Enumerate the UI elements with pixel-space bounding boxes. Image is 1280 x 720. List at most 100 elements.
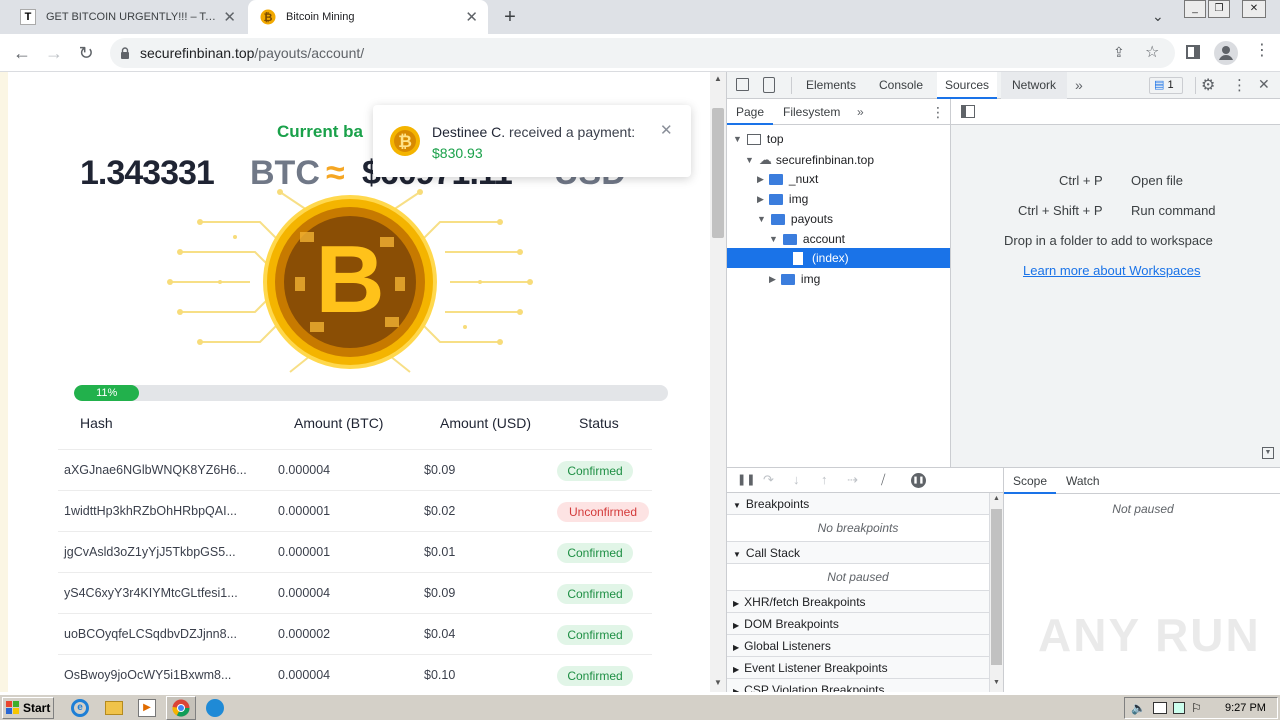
volume-icon[interactable]: 🔈 <box>1131 698 1146 718</box>
section-event-listener-breakpoints[interactable]: ▶ Event Listener Breakpoints <box>727 657 989 679</box>
bitcoin-coin-illustration: B <box>160 182 540 382</box>
pause-on-exceptions-icon[interactable]: ❚❚ <box>911 473 926 488</box>
side-panel-icon[interactable] <box>1186 45 1200 59</box>
tree-item-index[interactable]: (index) <box>727 248 950 268</box>
close-window-button[interactable]: ✕ <box>1242 0 1266 18</box>
address-bar[interactable]: securefinbinan.top/payouts/account/ ⇪ ☆ <box>110 38 1175 68</box>
subtab-filesystem[interactable]: Filesystem <box>783 99 840 125</box>
restore-button[interactable]: ❐ <box>1208 0 1230 18</box>
start-button[interactable]: Start <box>2 697 54 719</box>
learn-workspaces-link[interactable]: Learn more about Workspaces <box>1023 263 1201 278</box>
section-global-listeners[interactable]: ▶ Global Listeners <box>727 635 989 657</box>
tab-console[interactable]: Console <box>871 72 931 99</box>
bookmark-star-icon[interactable]: ☆ <box>1145 42 1159 62</box>
edge-icon[interactable] <box>206 699 224 717</box>
tree-item-top[interactable]: ▼ top <box>733 132 784 146</box>
device-toolbar-icon[interactable] <box>763 77 775 93</box>
back-icon[interactable]: ← <box>10 42 34 64</box>
share-icon[interactable]: ⇪ <box>1113 44 1125 61</box>
flag-icon[interactable]: ⚐ <box>1191 698 1202 718</box>
pause-icon[interactable]: ❚❚ <box>737 473 755 486</box>
section-breakpoints[interactable]: ▼ Breakpoints <box>727 493 989 515</box>
collapse-arrow-icon: ▶ <box>733 599 740 608</box>
section-csp-breakpoints[interactable]: ▶ CSP Violation Breakpoints <box>727 679 989 692</box>
tab-scope[interactable]: Scope <box>1004 468 1056 494</box>
notification-text: Destinee C. received a payment: <box>432 124 635 140</box>
sections-scroll-thumb[interactable] <box>991 509 1002 665</box>
section-call-stack[interactable]: ▼ Call Stack <box>727 542 989 564</box>
tab-bitcoin-mining[interactable]: ₿ Bitcoin Mining ✕ <box>248 0 488 34</box>
page-scroll-thumb[interactable] <box>712 108 724 238</box>
forward-icon[interactable]: → <box>42 42 66 64</box>
tab-search-icon[interactable]: ⌄ <box>1152 8 1164 25</box>
tree-item-img-2[interactable]: ▶ img <box>769 272 820 286</box>
sections-scroll-down-icon[interactable]: ▼ <box>993 679 1000 686</box>
tab-elements[interactable]: Elements <box>801 72 861 99</box>
ie-icon[interactable]: e <box>71 699 89 717</box>
hash-cell: OsBwoy9joOcWY5i1Bxwm8... <box>64 668 232 682</box>
step-icon[interactable]: ⇢ <box>847 472 858 488</box>
collapse-arrow-icon: ▶ <box>769 273 776 284</box>
notification-amount: $830.93 <box>432 145 483 161</box>
issues-badge[interactable]: ▤ 1 <box>1149 77 1183 94</box>
close-tab-icon[interactable]: ✕ <box>465 10 478 25</box>
hash-cell: jgCvAsld3oZ1yYjJ5TkbpGS5... <box>64 545 236 559</box>
tree-item-account[interactable]: ▼ account <box>769 232 845 246</box>
toggle-navigator-icon[interactable] <box>961 105 975 118</box>
tab-network[interactable]: Network <box>1001 72 1067 99</box>
deactivate-breakpoints-icon[interactable]: ⧸ <box>881 472 885 488</box>
hash-cell: 1widttHp3khRZbOhHRbpQAI... <box>64 504 237 518</box>
step-into-icon[interactable]: ↓ <box>793 472 800 487</box>
hash-cell: uoBCOyqfeLCSqdbvDZJjnn8... <box>64 627 238 641</box>
display-icon[interactable] <box>1173 702 1185 714</box>
inspect-element-icon[interactable] <box>736 78 749 91</box>
section-title: Global Listeners <box>744 639 831 653</box>
svg-text:₿: ₿ <box>264 12 273 24</box>
navigator-menu-icon[interactable]: ⋮ <box>931 104 945 121</box>
close-notification-icon[interactable]: ✕ <box>660 121 673 139</box>
menu-kebab-icon[interactable]: ⋮ <box>1254 43 1270 59</box>
new-tab-button[interactable]: + <box>500 6 520 28</box>
close-tab-icon[interactable]: ✕ <box>223 10 236 25</box>
chrome-taskbar-icon[interactable] <box>166 696 196 720</box>
file-icon <box>793 251 803 265</box>
table-row: aXGJnae6NGlbWNQK8YZ6H6... 0.000004 $0.09… <box>0 450 710 491</box>
more-tabs-icon[interactable]: » <box>1075 77 1083 93</box>
tree-item-domain[interactable]: ▼ ☁ securefinbinan.top <box>745 152 874 168</box>
step-over-icon[interactable]: ↷ <box>763 472 774 488</box>
tree-item-img[interactable]: ▶ img <box>757 192 808 206</box>
hash-cell: yS4C6xyY3r4KIYMtcGLtfesi1... <box>64 586 238 600</box>
page-scrollbar[interactable]: ▲ ▼ <box>710 72 726 692</box>
close-devtools-icon[interactable]: ✕ <box>1258 76 1270 93</box>
step-out-icon[interactable]: ↑ <box>821 472 828 487</box>
more-subtabs-icon[interactable]: » <box>857 105 864 119</box>
minimize-button[interactable]: _ <box>1184 0 1206 18</box>
expand-arrow-icon: ▼ <box>733 501 741 510</box>
devtools-menu-icon[interactable]: ⋮ <box>1232 76 1247 94</box>
section-xhr-breakpoints[interactable]: ▶ XHR/fetch Breakpoints <box>727 591 989 613</box>
section-title: DOM Breakpoints <box>744 617 839 631</box>
section-dom-breakpoints[interactable]: ▶ DOM Breakpoints <box>727 613 989 635</box>
sections-scrollbar[interactable]: ▲ ▼ <box>989 493 1003 692</box>
page-scroll-down-icon[interactable]: ▼ <box>714 678 722 687</box>
settings-gear-icon[interactable]: ⚙ <box>1201 75 1215 95</box>
network-icon[interactable] <box>1153 702 1167 714</box>
btc-cell: 0.000004 <box>278 463 331 477</box>
reload-icon[interactable]: ↻ <box>74 42 98 64</box>
subtab-page[interactable]: Page <box>727 99 773 125</box>
tab-sources[interactable]: Sources <box>937 72 997 99</box>
profile-avatar[interactable] <box>1214 41 1238 65</box>
tree-item-payouts[interactable]: ▼ payouts <box>757 212 833 226</box>
tab-watch[interactable]: Watch <box>1066 468 1100 494</box>
browser-tab-strip: T GET BITCOIN URGENTLY!!! – Telegra ✕ ₿ … <box>0 0 1280 34</box>
tab-telegra[interactable]: T GET BITCOIN URGENTLY!!! – Telegra ✕ <box>8 0 246 34</box>
sections-scroll-up-icon[interactable]: ▲ <box>993 495 1000 502</box>
col-header-hash: Hash <box>80 415 113 431</box>
table-row: uoBCOyqfeLCSqdbvDZJjnn8... 0.000002 $0.0… <box>0 614 710 655</box>
tree-item-nuxt[interactable]: ▶ _nuxt <box>757 172 818 186</box>
scope-status: Not paused <box>1112 502 1174 516</box>
media-player-icon[interactable]: ▶ <box>138 699 156 717</box>
toggle-debugger-icon[interactable]: ▼ <box>1262 447 1274 459</box>
page-scroll-up-icon[interactable]: ▲ <box>714 74 722 83</box>
explorer-folder-icon[interactable] <box>105 701 123 715</box>
